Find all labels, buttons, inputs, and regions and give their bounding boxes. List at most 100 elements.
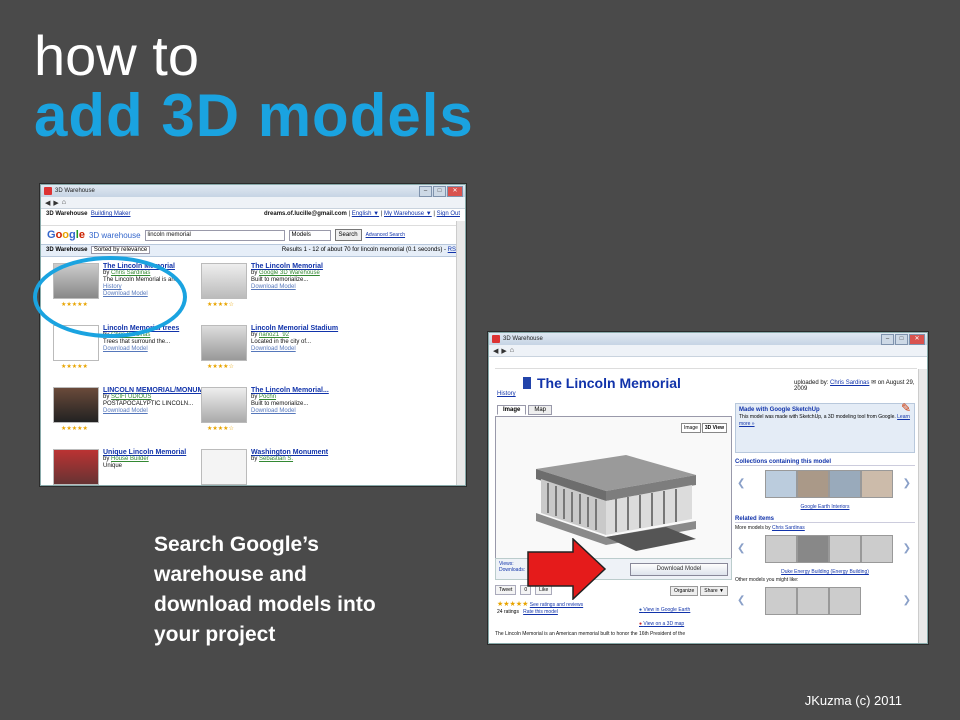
image-view-button[interactable]: Image [681, 423, 701, 433]
uploaded-info: uploaded by: Chris Sardinas ✉ on August … [794, 379, 927, 392]
minimize-button[interactable]: – [419, 186, 432, 197]
result-thumbnail[interactable] [201, 449, 247, 485]
result-desc: Built to memorialize... [251, 277, 309, 283]
see-ratings-link[interactable]: See ratings and reviews [530, 602, 583, 608]
vertical-scrollbar[interactable] [456, 221, 465, 485]
rating-stars: ★★★★☆ [207, 426, 234, 432]
my-warehouse-link[interactable]: My Warehouse ▼ [384, 211, 432, 217]
download-model-link[interactable]: Download Model [251, 284, 323, 291]
minimize-button[interactable]: – [881, 334, 894, 345]
result-title[interactable]: The Lincoln Memorial... [251, 387, 329, 394]
result-title[interactable]: Washington Monument [251, 449, 328, 456]
search-scope-select[interactable]: Models [288, 229, 331, 241]
related-thumb[interactable] [797, 535, 829, 563]
history-link[interactable]: History [497, 391, 516, 397]
result-author[interactable]: House Builder [111, 456, 149, 462]
related-label[interactable]: Duke Energy Building (Energy Building) [735, 569, 915, 575]
vertical-scrollbar[interactable] [918, 369, 927, 643]
result-item[interactable]: The Lincoln Memorial... by Pochn Built t… [201, 387, 401, 423]
red-arrow-icon [527, 538, 607, 600]
collection-thumb[interactable] [765, 470, 797, 498]
result-thumbnail[interactable] [201, 325, 247, 361]
related-thumb[interactable] [765, 535, 797, 563]
slide-title-line2: add 3D models [34, 82, 474, 149]
other-thumb[interactable] [829, 587, 861, 615]
home-icon[interactable]: ⌂ [510, 347, 514, 354]
result-title[interactable]: Lincoln Memorial Stadium [251, 325, 338, 332]
result-thumbnail[interactable] [201, 387, 247, 423]
earth-links: ● View in Google Earth ● View on a 3D ma… [639, 603, 690, 631]
close-button[interactable]: ✕ [447, 186, 463, 197]
maximize-button[interactable]: □ [433, 186, 446, 197]
other-carousel: ❮ ❯ [735, 583, 915, 621]
other-thumb[interactable] [765, 587, 797, 615]
share-button[interactable]: Share ▼ [700, 586, 728, 596]
tab-map[interactable]: Map [528, 405, 553, 415]
result-author[interactable]: nano21_92 [259, 332, 289, 338]
collection-thumb[interactable] [861, 470, 893, 498]
chevron-left-icon[interactable]: ❮ [737, 595, 745, 606]
view-google-earth-link[interactable]: View in Google Earth [643, 607, 690, 613]
back-icon[interactable]: ◀ [493, 347, 498, 355]
language-link[interactable]: English ▼ [352, 211, 379, 217]
result-thumbnail[interactable] [53, 449, 99, 485]
sketchup-promo: Made with Google SketchUp This model was… [735, 402, 915, 453]
back-icon[interactable]: ◀ [45, 199, 50, 207]
rating-stars[interactable]: ★★★★★ [497, 601, 528, 608]
slide-title-line1: how to [34, 24, 199, 87]
sort-select[interactable]: Sorted by relevance [90, 246, 151, 254]
chevron-left-icon[interactable]: ❮ [737, 478, 745, 489]
close-button[interactable]: ✕ [909, 334, 925, 345]
window-titlebar: 3D Warehouse – □ ✕ [489, 333, 927, 345]
result-item[interactable]: Washington Monument by Sebastian S. [201, 449, 401, 485]
ratings-count: 24 ratings [497, 609, 519, 615]
ratings-block: ★★★★★ See ratings and reviews 24 ratings… [497, 601, 583, 616]
collection-label[interactable]: Google Earth Interiors [735, 504, 915, 510]
related-thumb[interactable] [829, 535, 861, 563]
result-author[interactable]: Sebastian S. [259, 456, 293, 462]
chevron-left-icon[interactable]: ❮ [737, 543, 745, 554]
organize-button[interactable]: Organize [670, 586, 699, 596]
related-thumb[interactable] [861, 535, 893, 563]
other-thumb[interactable] [797, 587, 829, 615]
result-title[interactable]: The Lincoln Memorial [251, 263, 323, 270]
collection-thumb[interactable] [829, 470, 861, 498]
sign-out-link[interactable]: Sign Out [437, 211, 460, 217]
result-item[interactable]: Lincoln Memorial Stadium by nano21_92 Lo… [201, 325, 401, 361]
chevron-right-icon[interactable]: ❯ [903, 478, 911, 489]
chevron-right-icon[interactable]: ❯ [903, 543, 911, 554]
tab-image[interactable]: Image [497, 405, 527, 415]
google-logo[interactable]: Google [47, 229, 85, 241]
result-item[interactable]: The Lincoln Memorial by Google 3D Wareho… [201, 263, 401, 299]
download-model-button[interactable]: Download Model [630, 563, 728, 576]
tweet-button[interactable]: Tweet [495, 585, 517, 595]
result-author[interactable]: Google 3D Warehouse [259, 270, 320, 276]
maximize-button[interactable]: □ [895, 334, 908, 345]
organize-share-buttons: Organize Share ▼ [670, 586, 728, 596]
warehouse-link[interactable]: 3D Warehouse [46, 211, 87, 217]
result-author[interactable]: Pochn [259, 394, 276, 400]
search-button[interactable]: Search [334, 229, 362, 241]
result-author[interactable]: SCIFI UDIOUS [111, 394, 151, 400]
download-model-link[interactable]: Download Model [103, 346, 179, 353]
collection-thumb[interactable] [797, 470, 829, 498]
3d-view-button[interactable]: 3D View [701, 423, 727, 433]
mail-icon[interactable]: ✉ [871, 380, 876, 386]
forward-icon[interactable]: ▶ [501, 347, 506, 355]
rate-model-link[interactable]: Rate this model [523, 609, 558, 615]
download-model-link[interactable]: Download Model [251, 408, 329, 415]
view-3d-map-link[interactable]: View on a 3D map [643, 621, 684, 627]
result-thumbnail[interactable] [53, 387, 99, 423]
search-input[interactable]: lincoln memorial [144, 229, 285, 241]
map-pin-icon: ● [639, 621, 643, 627]
result-title[interactable]: Unique Lincoln Memorial [103, 449, 186, 456]
advanced-search-link[interactable]: Advanced Search [366, 232, 405, 238]
download-model-link[interactable]: Download Model [251, 346, 338, 353]
building-maker-link[interactable]: Building Maker [91, 211, 131, 217]
uploader-link[interactable]: Chris Sardinas [830, 380, 869, 386]
home-icon[interactable]: ⌂ [62, 199, 66, 206]
downloads-label: Downloads: [499, 567, 526, 573]
forward-icon[interactable]: ▶ [53, 199, 58, 207]
result-thumbnail[interactable] [201, 263, 247, 299]
chevron-right-icon[interactable]: ❯ [903, 595, 911, 606]
